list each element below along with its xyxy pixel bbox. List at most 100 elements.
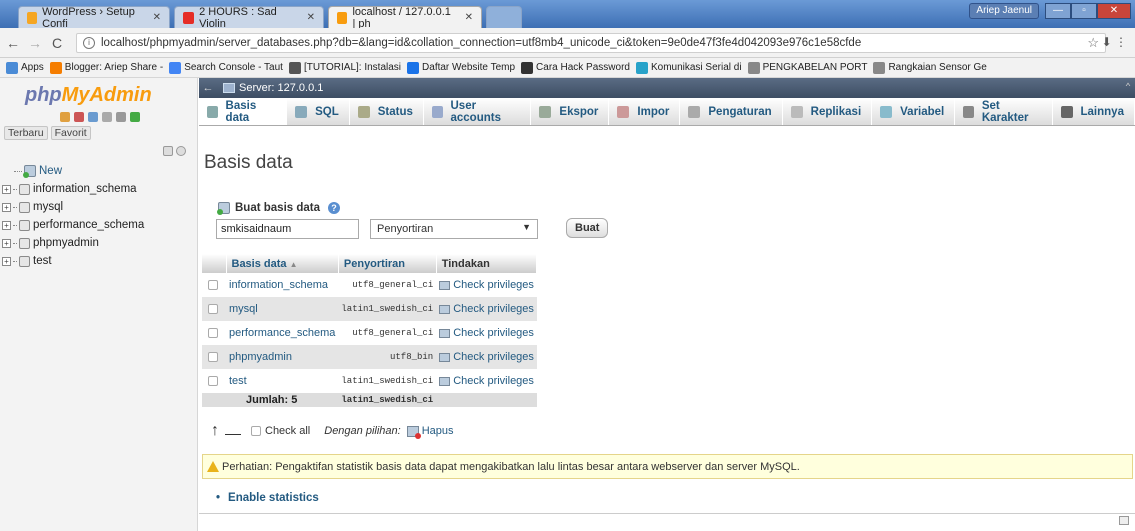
home-icon[interactable] <box>60 112 70 122</box>
help-icon[interactable] <box>88 112 98 122</box>
close-icon[interactable]: ✕ <box>465 12 473 23</box>
link-icon[interactable] <box>176 146 186 156</box>
docs-icon[interactable] <box>102 112 112 122</box>
user-badge[interactable]: Ariep Jaenul <box>969 3 1039 19</box>
main-panel: ← Server: 127.0.0.1 ⌃ Basis data SQL Statu… <box>199 78 1135 531</box>
bookmark-item[interactable]: [TUTORIAL]: Instalasi <box>288 61 401 74</box>
bookmark-item[interactable]: Daftar Website Temp <box>407 61 515 74</box>
check-privileges-link[interactable]: Check privileges <box>439 375 534 387</box>
url-field[interactable]: i localhost/phpmyadmin/server_databases.… <box>76 33 1106 53</box>
expand-icon[interactable]: + <box>2 184 11 194</box>
menu-tab-basis-data[interactable]: Basis data <box>199 98 288 125</box>
check-all-checkbox[interactable] <box>251 426 261 436</box>
tab-recent[interactable]: Terbaru <box>4 126 48 140</box>
tree-item-mysql[interactable]: + mysql <box>2 198 144 216</box>
new-database-icon <box>23 165 36 178</box>
privileges-icon <box>439 352 451 362</box>
delete-button[interactable]: Hapus <box>406 425 454 439</box>
database-name-input[interactable] <box>216 219 359 239</box>
database-link[interactable]: phpmyadmin <box>229 351 292 363</box>
bookmark-item[interactable]: Search Console - Taut <box>169 61 283 74</box>
database-link[interactable]: information_schema <box>229 279 328 291</box>
reload-icon[interactable]: C <box>48 35 66 51</box>
menu-tab-impor[interactable]: Impor <box>609 98 681 125</box>
tab-favorite[interactable]: Favorit <box>50 126 91 140</box>
bookmark-item[interactable]: Cara Hack Password <box>521 61 630 74</box>
back-arrow-icon[interactable]: ← <box>201 82 215 94</box>
collapse-all-icon[interactable] <box>163 146 173 156</box>
row-checkbox[interactable] <box>208 376 218 387</box>
expand-icon[interactable]: + <box>2 238 11 248</box>
row-checkbox[interactable] <box>208 304 218 315</box>
enable-statistics-link[interactable]: • Enable statistics <box>216 492 319 504</box>
menu-tab-lainnya[interactable]: Lainnya <box>1053 98 1135 125</box>
new-tab-button[interactable] <box>486 6 522 28</box>
menu-tab-sql[interactable]: SQL <box>287 98 350 125</box>
expand-icon[interactable]: + <box>2 256 11 266</box>
tree-item-performance_schema[interactable]: + performance_schema <box>2 216 144 234</box>
bookmark-item[interactable]: Apps <box>6 61 44 74</box>
collation-select[interactable]: Penyortiran ▼ <box>370 219 538 239</box>
menu-tab-replikasi[interactable]: Replikasi <box>783 98 873 125</box>
menu-tab-ekspor[interactable]: Ekspor <box>531 98 610 125</box>
maximize-button[interactable]: ▫ <box>1071 3 1097 19</box>
database-link[interactable]: mysql <box>229 303 258 315</box>
window-close-button[interactable]: ✕ <box>1097 3 1131 19</box>
tab-youtube[interactable]: 2 HOURS : Sad Violin ✕ <box>174 6 324 30</box>
tree-item-phpmyadmin[interactable]: + phpmyadmin <box>2 234 144 252</box>
sql-icon <box>295 105 308 118</box>
row-checkbox[interactable] <box>208 280 218 291</box>
expand-icon[interactable]: + <box>2 220 11 230</box>
minimize-button[interactable]: — <box>1045 3 1071 19</box>
collapse-icon[interactable]: ⌃ <box>1125 82 1131 94</box>
console-icon[interactable] <box>1119 516 1129 525</box>
tree-item-test[interactable]: + test <box>2 252 144 270</box>
bookmark-item[interactable]: Blogger: Ariep Share - <box>49 61 163 74</box>
star-icon[interactable]: ☆ <box>1087 35 1099 51</box>
check-privileges-link[interactable]: Check privileges <box>439 327 534 339</box>
check-privileges-link[interactable]: Check privileges <box>439 351 534 363</box>
collation-cell: latin1_swedish_ci <box>338 297 437 321</box>
refresh-icon[interactable] <box>130 112 140 122</box>
bookmark-item[interactable]: Komunikasi Serial di <box>635 61 742 74</box>
check-all-label[interactable]: Check all <box>265 425 310 437</box>
tree-item-information_schema[interactable]: + information_schema <box>2 180 144 198</box>
tree-item-new[interactable]: New <box>2 162 144 180</box>
browser-tab-bar: WordPress › Setup Confi ✕ 2 HOURS : Sad … <box>0 0 1135 30</box>
close-icon[interactable]: ✕ <box>307 12 315 23</box>
gear-icon[interactable] <box>116 112 126 122</box>
column-header-database[interactable]: Basis data ▲ <box>226 254 339 273</box>
table-footer-row: Jumlah: 5 latin1_swedish_ci <box>202 393 537 407</box>
tab-phpmyadmin[interactable]: localhost / 127.0.0.1 | ph ✕ <box>328 6 482 30</box>
back-icon[interactable]: ← <box>4 35 22 51</box>
tab-wordpress[interactable]: WordPress › Setup Confi ✕ <box>18 6 170 30</box>
menu-tab-variabel[interactable]: Variabel <box>872 98 956 125</box>
menu-tab-pengaturan[interactable]: Pengaturan <box>680 98 783 125</box>
close-icon[interactable]: ✕ <box>153 12 161 23</box>
menu-tab-set-karakter[interactable]: Set Karakter <box>955 98 1053 125</box>
create-button[interactable]: Buat <box>566 218 609 238</box>
phpmyadmin-logo[interactable]: phpMyAdmin <box>25 84 152 107</box>
bookmark-item[interactable]: PENGKABELAN PORT <box>747 61 867 74</box>
server-label[interactable]: Server: 127.0.0.1 <box>239 82 323 94</box>
sidebar-collapse-controls <box>163 146 186 156</box>
menu-icon[interactable]: ⬇ ⋮ <box>1102 35 1127 49</box>
breadcrumb: ← Server: 127.0.0.1 ⌃ <box>199 78 1135 98</box>
row-checkbox[interactable] <box>208 352 218 363</box>
row-checkbox[interactable] <box>208 328 218 339</box>
default-collation: latin1_swedish_ci <box>338 393 437 407</box>
database-link[interactable]: test <box>229 375 247 387</box>
column-header-collation[interactable]: Penyortiran <box>338 254 437 273</box>
check-privileges-link[interactable]: Check privileges <box>439 279 534 291</box>
check-privileges-link[interactable]: Check privileges <box>439 303 534 315</box>
info-icon[interactable]: i <box>83 37 95 49</box>
menu-tab-status[interactable]: Status <box>350 98 424 125</box>
expand-icon[interactable]: + <box>2 202 11 212</box>
forward-icon[interactable]: → <box>26 35 44 51</box>
help-icon[interactable]: ? <box>328 202 340 214</box>
logout-icon[interactable] <box>74 112 84 122</box>
database-link[interactable]: performance_schema <box>229 327 335 339</box>
bookmark-icon <box>747 61 760 74</box>
menu-tab-user-accounts[interactable]: User accounts <box>424 98 532 125</box>
bookmark-item[interactable]: Rangkaian Sensor Ge <box>873 61 987 74</box>
